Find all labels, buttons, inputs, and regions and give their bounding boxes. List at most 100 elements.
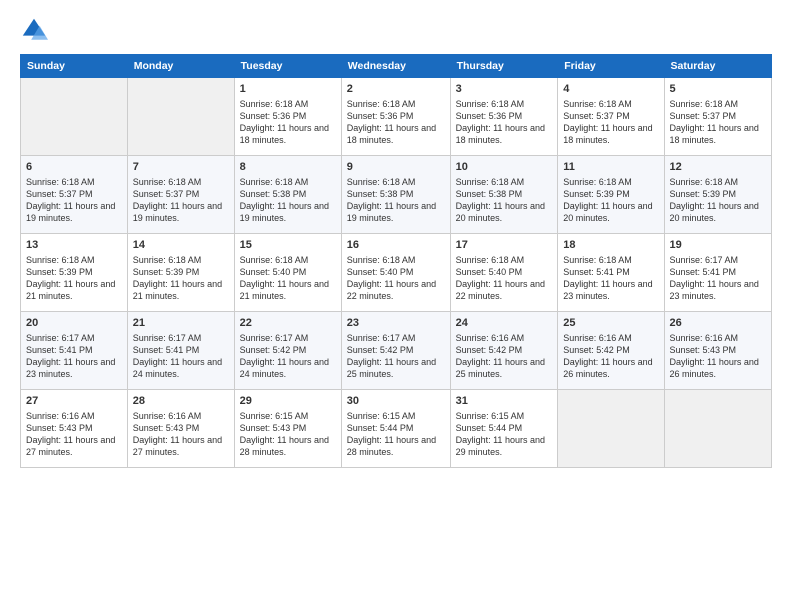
day-info: Sunrise: 6:15 AM Sunset: 5:43 PM Dayligh… [240, 410, 336, 459]
calendar-week-2: 6Sunrise: 6:18 AM Sunset: 5:37 PM Daylig… [21, 156, 772, 234]
calendar-cell: 8Sunrise: 6:18 AM Sunset: 5:38 PM Daylig… [234, 156, 341, 234]
calendar-cell: 25Sunrise: 6:16 AM Sunset: 5:42 PM Dayli… [558, 312, 664, 390]
col-monday: Monday [127, 55, 234, 78]
calendar-cell [558, 390, 664, 468]
calendar-cell: 17Sunrise: 6:18 AM Sunset: 5:40 PM Dayli… [450, 234, 558, 312]
day-info: Sunrise: 6:18 AM Sunset: 5:40 PM Dayligh… [240, 254, 336, 303]
col-tuesday: Tuesday [234, 55, 341, 78]
day-number: 15 [240, 238, 336, 253]
calendar-cell: 5Sunrise: 6:18 AM Sunset: 5:37 PM Daylig… [664, 78, 771, 156]
day-number: 3 [456, 82, 553, 97]
day-number: 21 [133, 316, 229, 331]
calendar-cell: 4Sunrise: 6:18 AM Sunset: 5:37 PM Daylig… [558, 78, 664, 156]
calendar: Sunday Monday Tuesday Wednesday Thursday… [20, 54, 772, 468]
day-info: Sunrise: 6:16 AM Sunset: 5:42 PM Dayligh… [563, 332, 658, 381]
day-info: Sunrise: 6:18 AM Sunset: 5:41 PM Dayligh… [563, 254, 658, 303]
day-number: 18 [563, 238, 658, 253]
day-info: Sunrise: 6:18 AM Sunset: 5:37 PM Dayligh… [133, 176, 229, 225]
day-info: Sunrise: 6:17 AM Sunset: 5:42 PM Dayligh… [347, 332, 445, 381]
calendar-week-4: 20Sunrise: 6:17 AM Sunset: 5:41 PM Dayli… [21, 312, 772, 390]
day-number: 20 [26, 316, 122, 331]
day-number: 26 [670, 316, 766, 331]
day-info: Sunrise: 6:17 AM Sunset: 5:41 PM Dayligh… [26, 332, 122, 381]
calendar-week-3: 13Sunrise: 6:18 AM Sunset: 5:39 PM Dayli… [21, 234, 772, 312]
day-number: 19 [670, 238, 766, 253]
day-info: Sunrise: 6:18 AM Sunset: 5:39 PM Dayligh… [133, 254, 229, 303]
day-info: Sunrise: 6:18 AM Sunset: 5:39 PM Dayligh… [670, 176, 766, 225]
calendar-cell: 30Sunrise: 6:15 AM Sunset: 5:44 PM Dayli… [341, 390, 450, 468]
day-info: Sunrise: 6:16 AM Sunset: 5:42 PM Dayligh… [456, 332, 553, 381]
day-info: Sunrise: 6:18 AM Sunset: 5:39 PM Dayligh… [563, 176, 658, 225]
col-saturday: Saturday [664, 55, 771, 78]
day-info: Sunrise: 6:18 AM Sunset: 5:36 PM Dayligh… [240, 98, 336, 147]
logo-icon [20, 16, 48, 44]
day-number: 6 [26, 160, 122, 175]
day-number: 27 [26, 394, 122, 409]
day-number: 4 [563, 82, 658, 97]
calendar-cell: 19Sunrise: 6:17 AM Sunset: 5:41 PM Dayli… [664, 234, 771, 312]
day-info: Sunrise: 6:18 AM Sunset: 5:37 PM Dayligh… [26, 176, 122, 225]
logo [20, 16, 50, 44]
calendar-week-5: 27Sunrise: 6:16 AM Sunset: 5:43 PM Dayli… [21, 390, 772, 468]
calendar-cell: 23Sunrise: 6:17 AM Sunset: 5:42 PM Dayli… [341, 312, 450, 390]
calendar-cell: 10Sunrise: 6:18 AM Sunset: 5:38 PM Dayli… [450, 156, 558, 234]
calendar-cell: 11Sunrise: 6:18 AM Sunset: 5:39 PM Dayli… [558, 156, 664, 234]
calendar-cell: 18Sunrise: 6:18 AM Sunset: 5:41 PM Dayli… [558, 234, 664, 312]
day-info: Sunrise: 6:18 AM Sunset: 5:36 PM Dayligh… [456, 98, 553, 147]
day-number: 31 [456, 394, 553, 409]
header [20, 16, 772, 44]
day-info: Sunrise: 6:16 AM Sunset: 5:43 PM Dayligh… [26, 410, 122, 459]
calendar-cell: 12Sunrise: 6:18 AM Sunset: 5:39 PM Dayli… [664, 156, 771, 234]
calendar-week-1: 1Sunrise: 6:18 AM Sunset: 5:36 PM Daylig… [21, 78, 772, 156]
day-info: Sunrise: 6:16 AM Sunset: 5:43 PM Dayligh… [133, 410, 229, 459]
calendar-cell [127, 78, 234, 156]
calendar-cell: 14Sunrise: 6:18 AM Sunset: 5:39 PM Dayli… [127, 234, 234, 312]
day-info: Sunrise: 6:18 AM Sunset: 5:38 PM Dayligh… [347, 176, 445, 225]
calendar-cell: 2Sunrise: 6:18 AM Sunset: 5:36 PM Daylig… [341, 78, 450, 156]
day-number: 16 [347, 238, 445, 253]
calendar-header-row: Sunday Monday Tuesday Wednesday Thursday… [21, 55, 772, 78]
day-number: 8 [240, 160, 336, 175]
calendar-cell: 3Sunrise: 6:18 AM Sunset: 5:36 PM Daylig… [450, 78, 558, 156]
calendar-cell: 29Sunrise: 6:15 AM Sunset: 5:43 PM Dayli… [234, 390, 341, 468]
day-info: Sunrise: 6:18 AM Sunset: 5:40 PM Dayligh… [347, 254, 445, 303]
day-number: 10 [456, 160, 553, 175]
day-number: 24 [456, 316, 553, 331]
calendar-cell [21, 78, 128, 156]
day-info: Sunrise: 6:18 AM Sunset: 5:36 PM Dayligh… [347, 98, 445, 147]
day-number: 17 [456, 238, 553, 253]
calendar-cell: 26Sunrise: 6:16 AM Sunset: 5:43 PM Dayli… [664, 312, 771, 390]
calendar-cell: 24Sunrise: 6:16 AM Sunset: 5:42 PM Dayli… [450, 312, 558, 390]
day-number: 28 [133, 394, 229, 409]
calendar-cell: 31Sunrise: 6:15 AM Sunset: 5:44 PM Dayli… [450, 390, 558, 468]
calendar-cell [664, 390, 771, 468]
col-wednesday: Wednesday [341, 55, 450, 78]
page: Sunday Monday Tuesday Wednesday Thursday… [0, 0, 792, 612]
day-number: 11 [563, 160, 658, 175]
day-info: Sunrise: 6:15 AM Sunset: 5:44 PM Dayligh… [456, 410, 553, 459]
day-info: Sunrise: 6:18 AM Sunset: 5:38 PM Dayligh… [240, 176, 336, 225]
day-number: 1 [240, 82, 336, 97]
day-number: 13 [26, 238, 122, 253]
day-number: 22 [240, 316, 336, 331]
calendar-cell: 20Sunrise: 6:17 AM Sunset: 5:41 PM Dayli… [21, 312, 128, 390]
day-info: Sunrise: 6:18 AM Sunset: 5:40 PM Dayligh… [456, 254, 553, 303]
day-number: 7 [133, 160, 229, 175]
day-info: Sunrise: 6:18 AM Sunset: 5:37 PM Dayligh… [670, 98, 766, 147]
day-number: 29 [240, 394, 336, 409]
day-info: Sunrise: 6:18 AM Sunset: 5:38 PM Dayligh… [456, 176, 553, 225]
day-number: 12 [670, 160, 766, 175]
calendar-cell: 1Sunrise: 6:18 AM Sunset: 5:36 PM Daylig… [234, 78, 341, 156]
calendar-cell: 7Sunrise: 6:18 AM Sunset: 5:37 PM Daylig… [127, 156, 234, 234]
day-number: 14 [133, 238, 229, 253]
calendar-cell: 21Sunrise: 6:17 AM Sunset: 5:41 PM Dayli… [127, 312, 234, 390]
calendar-cell: 16Sunrise: 6:18 AM Sunset: 5:40 PM Dayli… [341, 234, 450, 312]
calendar-cell: 6Sunrise: 6:18 AM Sunset: 5:37 PM Daylig… [21, 156, 128, 234]
day-number: 30 [347, 394, 445, 409]
day-number: 9 [347, 160, 445, 175]
col-thursday: Thursday [450, 55, 558, 78]
day-info: Sunrise: 6:18 AM Sunset: 5:39 PM Dayligh… [26, 254, 122, 303]
calendar-cell: 28Sunrise: 6:16 AM Sunset: 5:43 PM Dayli… [127, 390, 234, 468]
day-number: 2 [347, 82, 445, 97]
day-info: Sunrise: 6:16 AM Sunset: 5:43 PM Dayligh… [670, 332, 766, 381]
